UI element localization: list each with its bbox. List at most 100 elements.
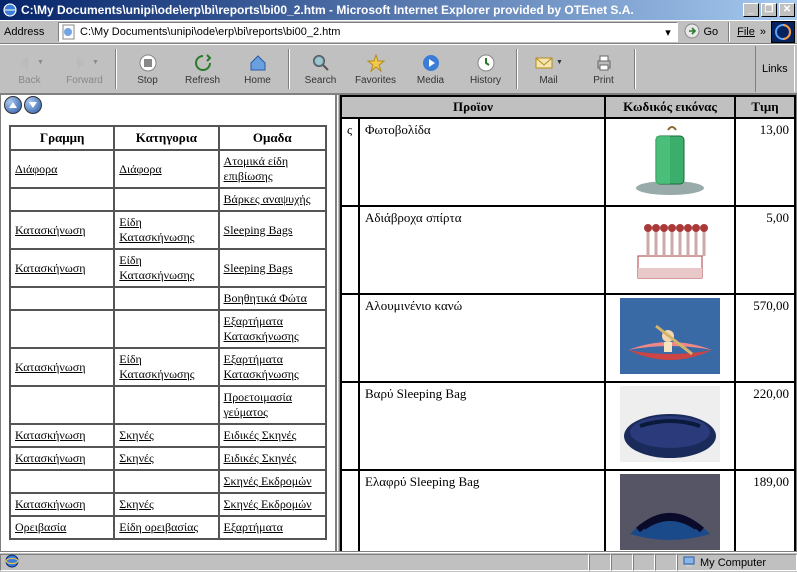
category-link[interactable]: Διάφορα <box>119 162 161 176</box>
back-button[interactable]: ▼ Back <box>2 46 57 92</box>
table-row: Κατασκήνωση Σκηνές Ειδικές Σκηνές <box>10 447 326 470</box>
category-link[interactable]: Βοηθητικά Φώτα <box>224 291 307 305</box>
category-link[interactable]: Ορειβασία <box>15 520 66 534</box>
category-link[interactable]: Είδη Κατασκήνωσης <box>119 215 194 244</box>
table-cell: Βάρκες αναψυχής <box>219 188 326 211</box>
left-frame[interactable]: Γραμμη Κατηγορια Ομαδα ΔιάφοραΔιάφοραΑτο… <box>1 95 337 551</box>
media-icon <box>421 53 441 73</box>
table-row: Κατασκήνωση Είδη Κατασκήνωσης Sleeping Bag… <box>10 249 326 287</box>
file-menu[interactable]: File <box>737 26 755 38</box>
mail-dropdown-icon[interactable]: ▼ <box>556 59 563 66</box>
category-link[interactable]: Βάρκες αναψυχής <box>224 192 311 206</box>
category-link[interactable]: Κατασκήνωση <box>15 360 85 374</box>
col-header-group: Ομαδα <box>219 126 326 150</box>
mail-button[interactable]: ▼ Mail <box>521 46 576 92</box>
category-link[interactable]: Κατασκήνωση <box>15 261 85 275</box>
product-image-cell <box>605 118 735 206</box>
category-link[interactable]: Sleeping Bags <box>224 223 293 237</box>
back-dropdown-icon[interactable]: ▼ <box>37 59 44 66</box>
home-icon <box>248 53 268 73</box>
table-row: Εξαρτήματα Κατασκήνωσης <box>10 310 326 348</box>
table-cell: Είδη Κατασκήνωσης <box>114 211 218 249</box>
menu-chevron-icon[interactable]: » <box>760 26 766 38</box>
favorites-icon <box>366 53 386 73</box>
history-button[interactable]: History <box>458 46 513 92</box>
go-button[interactable]: Go <box>684 23 718 42</box>
table-cell: Προετοιμασία γεύματος <box>219 386 326 424</box>
category-link[interactable]: Είδη ορειβασίας <box>119 520 198 534</box>
table-cell: Σκηνές <box>114 493 218 516</box>
product-image <box>620 210 720 286</box>
category-link[interactable]: Εξαρτήματα Κατασκήνωσης <box>224 314 299 343</box>
table-cell: Ειδικές Σκηνές <box>219 447 326 470</box>
refresh-button[interactable]: Refresh <box>175 46 230 92</box>
nav-down-button[interactable] <box>24 96 42 114</box>
category-link[interactable]: Σκηνές <box>119 497 154 511</box>
category-link[interactable]: Ειδικές Σκηνές <box>224 451 297 465</box>
col-header-imagecode: Κωδικός εικόνας <box>605 96 735 118</box>
media-label: Media <box>417 75 444 86</box>
category-link[interactable]: Ατομικά είδη επιβίωσης <box>224 154 289 183</box>
status-cell <box>611 554 633 571</box>
category-link[interactable]: Σκηνές <box>119 428 154 442</box>
price-cell: 189,00 <box>735 470 795 551</box>
table-cell: Σκηνές <box>114 424 218 447</box>
table-row: Κατασκήνωση Σκηνές Ειδικές Σκηνές <box>10 424 326 447</box>
right-frame[interactable]: Προϊον Κωδικός εικόνας Τιμη ςΦωτοβολίδα1… <box>340 95 796 551</box>
category-link[interactable]: Σκηνές Εκδρομών <box>224 497 312 511</box>
category-link[interactable]: Είδη Κατασκήνωσης <box>119 253 194 282</box>
category-link[interactable]: Κατασκήνωση <box>15 428 85 442</box>
category-link[interactable]: Εξαρτήματα Κατασκήνωσης <box>224 352 299 381</box>
media-button[interactable]: Media <box>403 46 458 92</box>
table-cell <box>114 386 218 424</box>
category-link[interactable]: Κατασκήνωση <box>15 451 85 465</box>
category-link[interactable]: Προετοιμασία γεύματος <box>224 390 292 419</box>
price-cell: 5,00 <box>735 206 795 294</box>
toolbar: ▼ Back ▼ Forward Stop Refresh Home Searc… <box>0 44 797 94</box>
category-link[interactable]: Διάφορα <box>15 162 57 176</box>
category-link[interactable]: Είδη Κατασκήνωσης <box>119 352 194 381</box>
minimize-button[interactable]: _ <box>743 3 759 17</box>
close-button[interactable]: ✕ <box>779 3 795 17</box>
table-cell <box>10 386 114 424</box>
category-link[interactable]: Σκηνές <box>119 451 154 465</box>
refresh-label: Refresh <box>185 75 220 86</box>
address-path: C:\My Documents\unipi\ode\erp\bi\reports… <box>80 26 660 38</box>
overflow-cell <box>341 382 359 470</box>
table-row: Βάρκες αναψυχής <box>10 188 326 211</box>
home-button[interactable]: Home <box>230 46 285 92</box>
history-icon <box>476 53 496 73</box>
favorites-button[interactable]: Favorites <box>348 46 403 92</box>
print-icon <box>594 53 614 73</box>
product-image <box>620 298 720 374</box>
table-row: Προετοιμασία γεύματος <box>10 386 326 424</box>
category-link[interactable]: Κατασκήνωση <box>15 223 85 237</box>
address-dropdown-icon[interactable]: ▾ <box>660 26 675 39</box>
forward-dropdown-icon[interactable]: ▼ <box>92 59 99 66</box>
address-input[interactable]: C:\My Documents\unipi\ode\erp\bi\reports… <box>58 22 678 42</box>
category-link[interactable]: Ειδικές Σκηνές <box>224 428 297 442</box>
print-button[interactable]: Print <box>576 46 631 92</box>
ie-app-icon <box>2 2 18 18</box>
table-cell: Εξαρτήματα <box>219 516 326 539</box>
category-link[interactable]: Sleeping Bags <box>224 261 293 275</box>
nav-up-button[interactable] <box>4 96 22 114</box>
price-cell: 220,00 <box>735 382 795 470</box>
category-link[interactable]: Κατασκήνωση <box>15 497 85 511</box>
restore-button[interactable]: ❐ <box>761 3 777 17</box>
category-link[interactable]: Σκηνές Εκδρομών <box>224 474 312 488</box>
stop-button[interactable]: Stop <box>120 46 175 92</box>
overflow-cell <box>341 470 359 551</box>
table-cell <box>10 188 114 211</box>
forward-button[interactable]: ▼ Forward <box>57 46 112 92</box>
price-cell: 570,00 <box>735 294 795 382</box>
refresh-icon <box>193 53 213 73</box>
product-name-cell: Αδιάβροχα σπίρτα <box>359 206 605 294</box>
links-bar[interactable]: Links <box>755 46 795 92</box>
product-name-cell: Βαρύ Sleeping Bag <box>359 382 605 470</box>
category-link[interactable]: Εξαρτήματα <box>224 520 283 534</box>
search-button[interactable]: Search <box>293 46 348 92</box>
table-cell: Κατασκήνωση <box>10 447 114 470</box>
table-header-row: Προϊον Κωδικός εικόνας Τιμη <box>341 96 795 118</box>
table-cell: Ατομικά είδη επιβίωσης <box>219 150 326 188</box>
